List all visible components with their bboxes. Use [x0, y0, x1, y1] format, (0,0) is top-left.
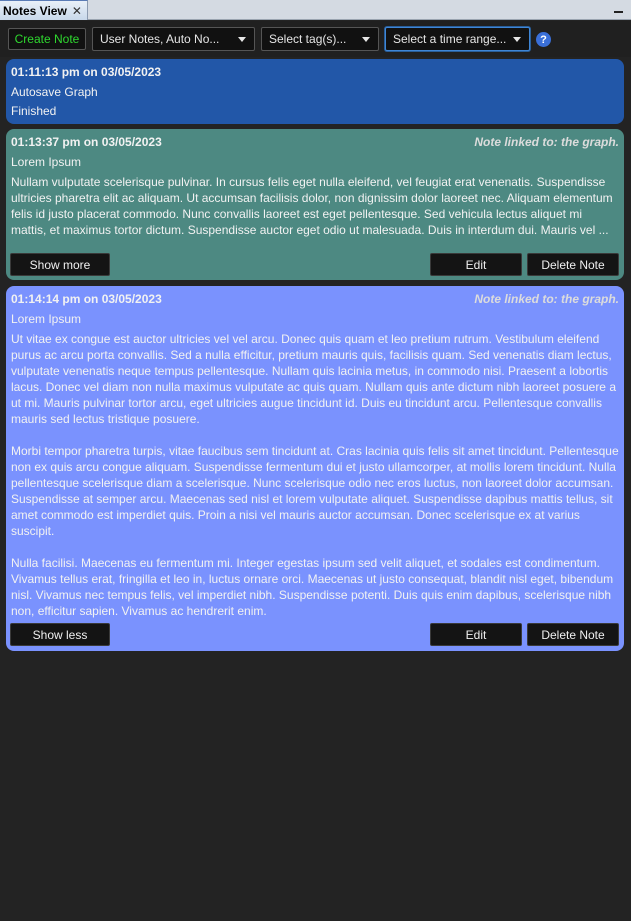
note-title: Lorem Ipsum [11, 312, 82, 326]
chevron-down-icon [513, 37, 521, 42]
view-tab-bar: Notes View ✕ [0, 0, 631, 20]
note-type-dropdown[interactable]: User Notes, Auto No... [92, 27, 255, 51]
note-title: Autosave Graph [11, 85, 98, 99]
note-link-label: Note linked to: the graph. [474, 135, 619, 149]
chevron-down-icon [362, 37, 370, 42]
tag-filter-dropdown[interactable]: Select tag(s)... [261, 27, 379, 51]
delete-note-button[interactable]: Delete Note [527, 253, 619, 276]
notes-toolbar: Create Note User Notes, Auto No... Selec… [0, 21, 631, 57]
note-card: 01:14:14 pm on 03/05/2023 Note linked to… [6, 286, 624, 651]
note-card: 01:13:37 pm on 03/05/2023 Note linked to… [6, 129, 624, 280]
note-body: Ut vitae ex congue est auctor ultricies … [11, 332, 619, 618]
tab-title: Notes View [3, 3, 67, 18]
delete-note-button[interactable]: Delete Note [527, 623, 619, 646]
tag-filter-value: Select tag(s)... [269, 32, 347, 46]
close-icon[interactable]: ✕ [72, 4, 82, 18]
create-note-button[interactable]: Create Note [8, 28, 86, 50]
minimize-icon[interactable] [613, 1, 625, 17]
edit-button[interactable]: Edit [430, 623, 522, 646]
chevron-down-icon [238, 37, 246, 42]
tab-notes-view[interactable]: Notes View ✕ [0, 0, 88, 20]
note-body: Nullam vulputate scelerisque pulvinar. I… [11, 175, 616, 237]
note-timestamp: 01:11:13 pm on 03/05/2023 [11, 65, 162, 79]
edit-button[interactable]: Edit [430, 253, 522, 276]
note-timestamp: 01:13:37 pm on 03/05/2023 [11, 135, 162, 149]
time-range-value: Select a time range... [393, 32, 507, 46]
note-card: 01:11:13 pm on 03/05/2023 Autosave Graph… [6, 59, 624, 124]
note-type-value: User Notes, Auto No... [100, 32, 220, 46]
help-icon[interactable]: ? [536, 32, 551, 47]
show-less-button[interactable]: Show less [10, 623, 110, 646]
time-range-dropdown[interactable]: Select a time range... [385, 27, 530, 51]
note-body: Finished [11, 104, 57, 118]
show-more-button[interactable]: Show more [10, 253, 110, 276]
note-link-label: Note linked to: the graph. [474, 292, 619, 306]
note-timestamp: 01:14:14 pm on 03/05/2023 [11, 292, 162, 306]
note-title: Lorem Ipsum [11, 155, 82, 169]
